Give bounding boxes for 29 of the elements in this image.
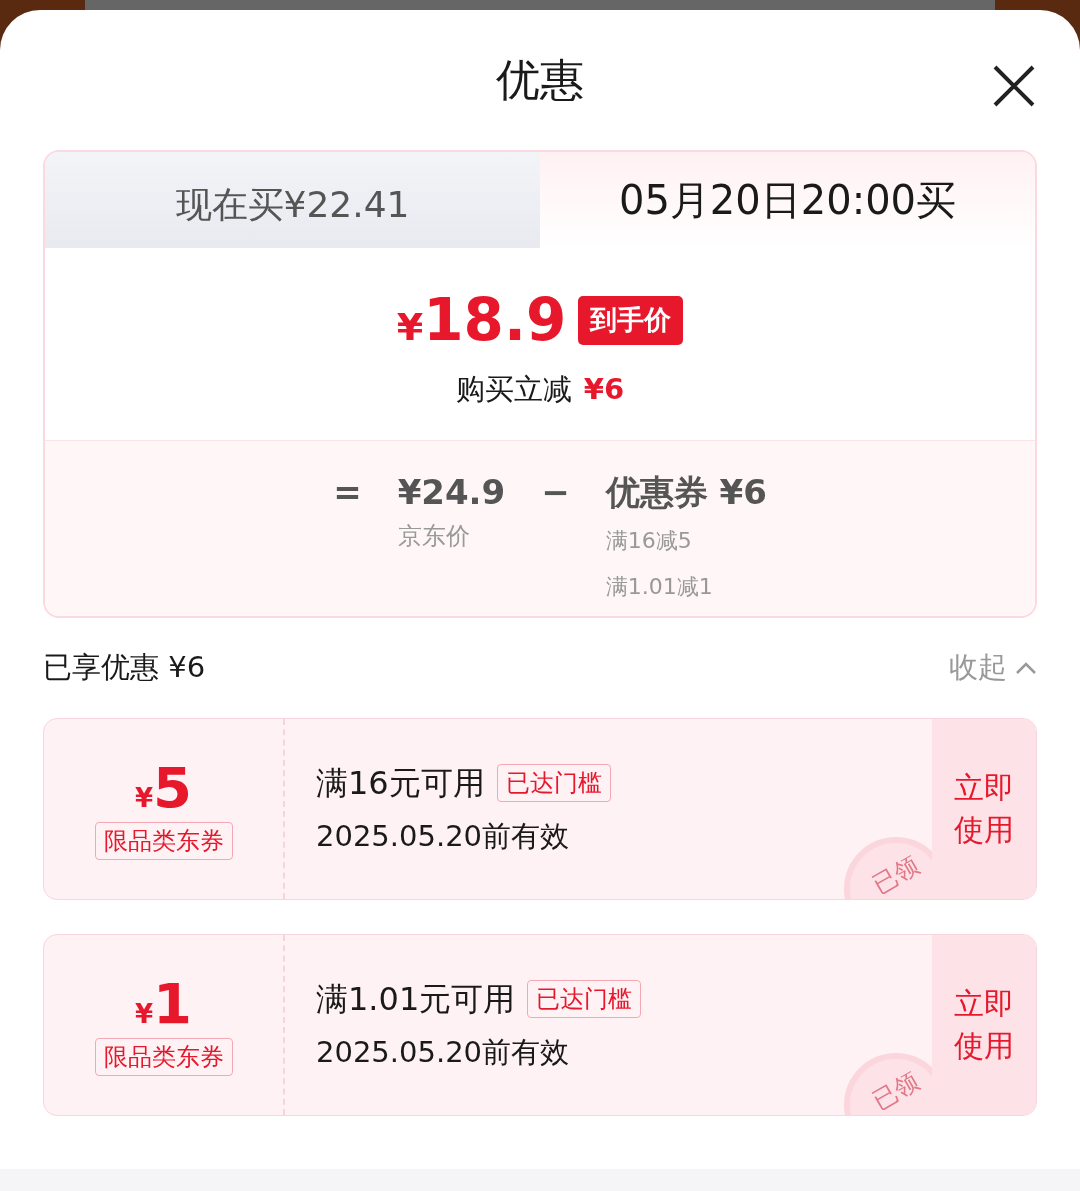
coupon-rule: 满16减5 [605, 527, 693, 555]
jd-price: ¥24.9 [397, 471, 506, 514]
coupon-value: ¥5 [134, 758, 193, 818]
coupon-validity: 2025.05.20前有效 [316, 818, 571, 856]
close-icon[interactable] [993, 65, 1035, 107]
equals-sign: = [333, 471, 362, 514]
collapse-toggle[interactable]: 收起 [949, 646, 1037, 690]
coupon-condition: 满1.01元可用 [316, 979, 516, 1021]
use-now-button[interactable]: 立即使用 [932, 935, 1036, 1115]
threshold-tag: 已达门槛 [527, 980, 642, 1019]
chevron-up-icon [1015, 661, 1037, 675]
use-now-button[interactable]: 立即使用 [932, 719, 1036, 899]
tab[interactable]: 现在买¥22.41 [45, 152, 540, 248]
coupon-validity: 2025.05.20前有效 [316, 1034, 571, 1072]
coupon-rule: 满1.01减1 [605, 573, 714, 601]
minus-sign: − [541, 471, 570, 514]
coupon-discount: 优惠券 ¥6 [605, 471, 767, 514]
saving-amount: ¥6 [583, 370, 625, 408]
coupon-condition: 满16元可用 [316, 763, 485, 805]
final-price: ¥18.9 [396, 284, 567, 356]
coupon-type: 限品类东券 [94, 1038, 233, 1076]
final-price-tag: 到手价 [578, 296, 684, 345]
discount-summary: 已享优惠 ¥6 [43, 649, 206, 687]
coupon-type: 限品类东券 [94, 822, 233, 860]
sheet-title: 优惠 [496, 53, 584, 107]
jd-price-label: 京东价 [397, 521, 471, 552]
threshold-tag: 已达门槛 [496, 764, 611, 803]
coupon-value: ¥1 [134, 974, 193, 1034]
saving-label: 购买立减 [455, 370, 572, 408]
